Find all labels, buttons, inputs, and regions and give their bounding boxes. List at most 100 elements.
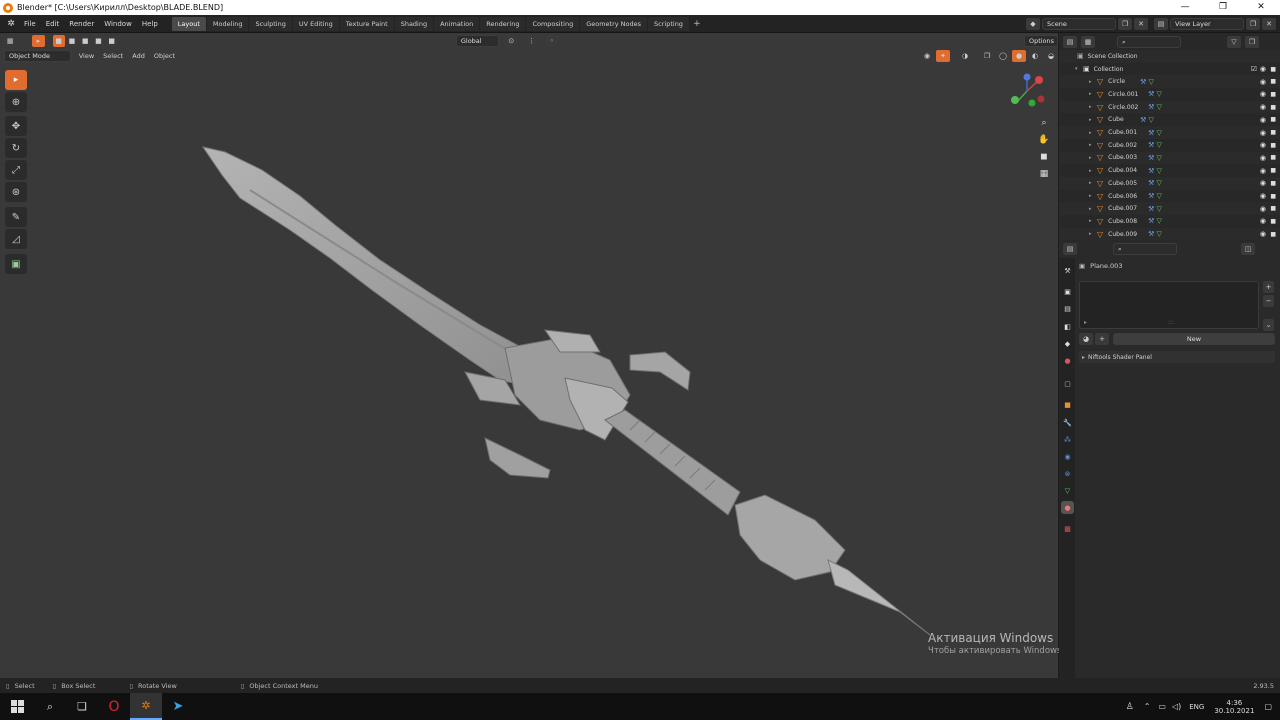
tab-geometry-nodes[interactable]: Geometry Nodes [580, 16, 648, 31]
scene-icon[interactable]: ◆ [1026, 17, 1040, 30]
visibility-eye-icon[interactable]: ◉ [1260, 141, 1266, 149]
3d-viewport[interactable] [0, 33, 1058, 678]
outliner-item[interactable]: ▸ ▽ Cube.006 ⚒ ▽ ◉ ■ [1059, 190, 1280, 203]
modifier-icon[interactable]: ⚒ [1148, 90, 1154, 98]
collection-eye-icon[interactable]: ◉ [1260, 65, 1266, 73]
render-camera-icon[interactable]: ■ [1270, 104, 1276, 111]
notifications-icon[interactable]: ▢ [1264, 702, 1272, 711]
select-subtract-icon[interactable]: ■ [79, 35, 92, 47]
outliner-item[interactable]: ▸ ▽ Cube.007 ⚒ ▽ ◉ ■ [1059, 202, 1280, 216]
modifier-icon[interactable]: ⚒ [1148, 141, 1154, 149]
scene-selector[interactable]: Scene [1042, 17, 1116, 30]
modifier-icon[interactable]: ⚒ [1148, 205, 1154, 213]
tool-tab-icon[interactable]: ⚒ [1061, 264, 1074, 277]
visibility-eye-icon[interactable]: ◉ [1260, 217, 1266, 225]
mesh-data-icon[interactable]: ▽ [1156, 154, 1161, 162]
tab-shading[interactable]: Shading [394, 16, 434, 31]
modifier-tab-icon[interactable]: 🔧 [1061, 416, 1074, 429]
menu-render[interactable]: Render [64, 15, 99, 33]
zoom-icon[interactable]: ⌕ [1036, 115, 1052, 131]
particles-tab-icon[interactable]: ⁂ [1061, 433, 1074, 446]
mesh-data-icon[interactable]: ▽ [1156, 205, 1161, 213]
gizmo-toggle-icon[interactable]: ✦ [936, 50, 950, 62]
select-intersect-icon[interactable]: ■ [105, 35, 118, 47]
modifier-icon[interactable]: ⚒ [1148, 192, 1154, 200]
modifier-icon[interactable]: ⚒ [1148, 230, 1154, 238]
telegram-icon[interactable]: ➤ [162, 693, 194, 720]
sword-model[interactable] [0, 33, 1058, 678]
shading-wire-icon[interactable]: ◯ [996, 50, 1010, 62]
tab-sculpting[interactable]: Sculpting [249, 16, 292, 31]
people-icon[interactable]: ♙ [1126, 702, 1134, 712]
mesh-data-icon[interactable]: ▽ [1156, 103, 1161, 111]
modifier-icon[interactable]: ⚒ [1148, 103, 1154, 111]
render-camera-icon[interactable]: ■ [1270, 205, 1276, 212]
material-slot-list[interactable]: ▸ ::: [1079, 281, 1259, 329]
outliner-collection[interactable]: ▾ ▣ Collection ☑ ◉ ■ [1059, 63, 1280, 76]
tab-scripting[interactable]: Scripting [648, 16, 689, 31]
visibility-eye-icon[interactable]: ◉ [1260, 78, 1266, 86]
options-dropdown[interactable]: Options [1023, 35, 1058, 47]
minimize-button[interactable]: — [1166, 0, 1204, 15]
menu-window[interactable]: Window [99, 15, 137, 33]
close-button[interactable]: ✕ [1242, 0, 1280, 15]
add-cube-tool[interactable]: ▣ [5, 254, 27, 274]
rotate-tool[interactable]: ↻ [5, 138, 27, 158]
delete-view-layer-icon[interactable]: ✕ [1262, 17, 1276, 30]
outliner-item[interactable]: ▸ ▽ Cube.008 ⚒ ▽ ◉ ■ [1059, 215, 1280, 228]
pin-icon[interactable]: ◫ [1241, 243, 1255, 255]
shading-material-icon[interactable]: ◐ [1028, 50, 1042, 62]
editor-type-icon[interactable]: ▦ [4, 35, 17, 47]
modifier-icon[interactable]: ⚒ [1148, 129, 1154, 137]
tray-expand-icon[interactable]: ⌃ [1144, 702, 1151, 711]
object-tab-icon[interactable]: ■ [1061, 398, 1074, 411]
ortho-grid-icon[interactable]: ▦ [1036, 166, 1052, 182]
menu-view[interactable]: View [79, 52, 94, 60]
network-icon[interactable]: ▭ [1158, 702, 1166, 711]
select-mode-icon[interactable]: ▸ [32, 35, 45, 47]
gizmo-y-axis[interactable] [1011, 96, 1019, 104]
blender-taskbar-icon[interactable]: ✲ [130, 693, 162, 720]
new-material-button[interactable]: New [1113, 333, 1275, 345]
scale-tool[interactable]: ⤢ [5, 160, 27, 180]
material-tab-icon[interactable]: ● [1061, 501, 1074, 514]
expand-arrow-icon[interactable]: ▸ [1089, 168, 1097, 174]
mesh-data-icon[interactable]: ▽ [1156, 129, 1161, 137]
mode-selector[interactable]: Object Mode [4, 50, 71, 62]
menu-edit[interactable]: Edit [41, 15, 65, 33]
camera-view-icon[interactable]: ◼ [1036, 149, 1052, 165]
pan-hand-icon[interactable]: ✋ [1036, 132, 1052, 148]
physics-tab-icon[interactable]: ◉ [1061, 450, 1074, 463]
tab-animation[interactable]: Animation [434, 16, 480, 31]
expand-arrow-icon[interactable]: ▸ [1089, 130, 1097, 136]
constraints-tab-icon[interactable]: ⊗ [1061, 467, 1074, 480]
search-icon[interactable]: ⌕ [34, 693, 66, 720]
outliner-editor-icon[interactable]: ▤ [1063, 36, 1077, 48]
expand-arrow-icon[interactable]: ▸ [1089, 104, 1097, 110]
properties-editor-icon[interactable]: ▤ [1063, 243, 1077, 255]
shading-solid-icon[interactable]: ● [1012, 50, 1026, 62]
visibility-eye-icon[interactable]: ◉ [1260, 129, 1266, 137]
add-slot-icon[interactable]: + [1263, 281, 1274, 293]
properties-search[interactable]: ⌕ [1113, 243, 1177, 255]
new-material-plus-icon[interactable]: + [1095, 333, 1109, 345]
tab-rendering[interactable]: Rendering [480, 16, 526, 31]
display-mode-icon[interactable]: ▦ [1081, 36, 1095, 48]
expand-arrow-icon[interactable]: ▸ [1089, 231, 1097, 237]
visibility-eye-icon[interactable]: ◉ [1260, 90, 1266, 98]
niftools-panel-header[interactable]: ▸ Niftools Shader Panel [1079, 351, 1275, 363]
browse-material-icon[interactable]: ◕ [1079, 333, 1093, 345]
view-layer-icon[interactable]: ▤ [1154, 17, 1168, 30]
gizmo-z-axis[interactable] [1023, 73, 1031, 81]
move-tool[interactable]: ✥ [5, 116, 27, 136]
add-workspace-button[interactable]: + [691, 18, 703, 30]
slot-specials-icon[interactable]: ⌄ [1263, 319, 1274, 331]
maximize-button[interactable]: ❐ [1204, 0, 1242, 15]
render-camera-icon[interactable]: ■ [1270, 231, 1276, 238]
view-layer-selector[interactable]: View Layer [1170, 17, 1244, 30]
render-camera-icon[interactable]: ■ [1270, 116, 1276, 123]
select-new-icon[interactable]: ■ [52, 35, 65, 47]
modifier-icon[interactable]: ⚒ [1148, 154, 1154, 162]
visibility-eye-icon[interactable]: ◉ [1260, 116, 1266, 124]
measure-tool[interactable]: ◿ [5, 229, 27, 249]
